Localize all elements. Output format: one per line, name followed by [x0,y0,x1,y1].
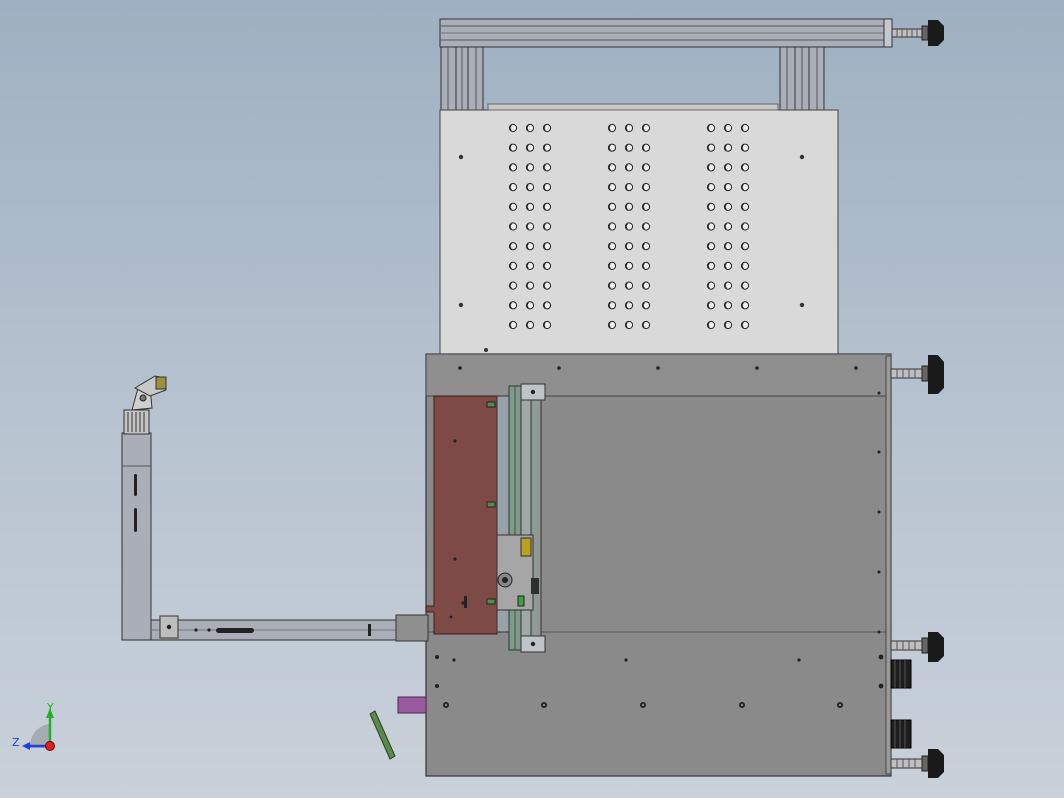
brown-side-plate [425,395,498,635]
l-bracket-arm [121,375,429,642]
green-pin [369,710,396,760]
leveling-foot-icon [890,355,944,394]
leveling-foot-icon [890,749,944,778]
pulley-icon [890,659,912,689]
z-axis-label: Z [12,736,20,749]
cad-viewport[interactable]: Y Z [0,0,1064,798]
y-axis-label: Y [46,701,54,714]
axis-triad: Y Z [12,701,55,751]
top-frame [439,18,893,111]
leveling-foot-icon [890,632,944,662]
linear-slide-rail [496,383,546,653]
pulley-icon [890,719,912,749]
purple-block [397,696,427,714]
perforated-plate [439,103,839,357]
leveling-foot-icon [891,20,944,46]
